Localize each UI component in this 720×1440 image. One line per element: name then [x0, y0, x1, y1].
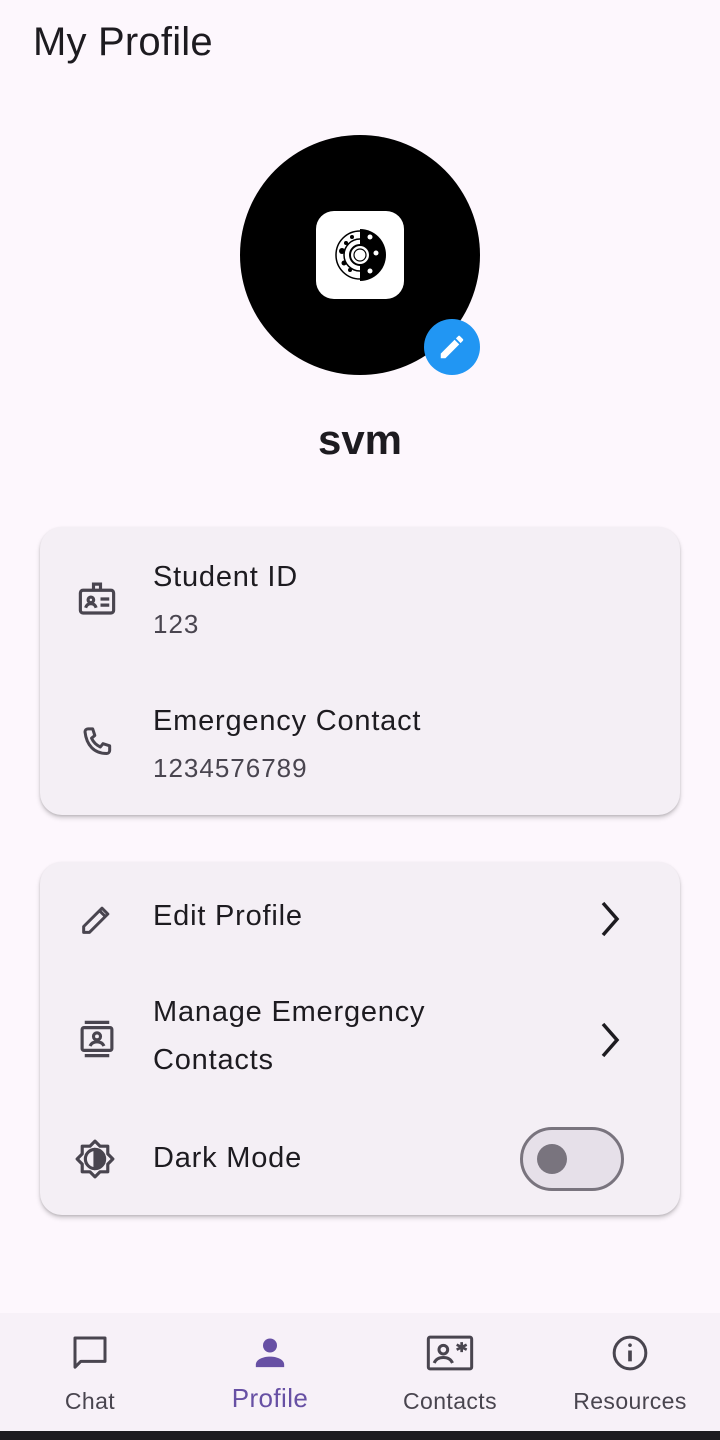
phone-icon [76, 722, 118, 764]
person-icon [250, 1333, 290, 1373]
nav-item-chat[interactable]: Chat [0, 1313, 180, 1431]
app-logo-icon [316, 211, 404, 299]
chat-bubble-icon [70, 1333, 110, 1373]
actions-card: Edit Profile Manage Emergency Contacts D… [40, 862, 680, 1215]
nav-item-resources[interactable]: Resources [540, 1313, 720, 1431]
nav-label-chat: Chat [64, 1388, 116, 1414]
nav-label-resources: Resources [573, 1388, 687, 1414]
profile-screen: My Profile svm Student ID 123 Emergency … [0, 0, 720, 1440]
info-card: Student ID 123 Emergency Contact 1234576… [40, 527, 680, 815]
info-icon [610, 1333, 650, 1373]
system-navigation-bar [0, 1431, 720, 1440]
edit-profile-row[interactable]: Edit Profile [40, 862, 680, 974]
nav-label-profile: Profile [231, 1383, 309, 1413]
avatar-container [240, 135, 480, 375]
nav-item-profile[interactable]: Profile [180, 1313, 360, 1431]
contact-card-icon [424, 1333, 476, 1373]
avatar[interactable] [240, 135, 480, 375]
dark-mode-label: Dark Mode [153, 1142, 303, 1174]
chevron-right-icon [592, 899, 628, 939]
pencil-icon [76, 898, 118, 940]
brightness-icon [74, 1138, 116, 1180]
nav-label-contacts: Contacts [403, 1388, 497, 1414]
username: svm [317, 416, 403, 463]
manage-contacts-label-line1: Manage Emergency [153, 996, 426, 1028]
contact-list-icon [76, 1018, 118, 1060]
manage-emergency-contacts-row[interactable]: Manage Emergency Contacts [40, 974, 680, 1104]
emergency-contact-value: 1234576789 [153, 753, 308, 783]
emergency-contact-label: Emergency Contact [153, 705, 422, 737]
badge-icon [76, 578, 118, 620]
chevron-right-icon [592, 1020, 628, 1060]
student-id-label: Student ID [153, 561, 299, 593]
nav-item-contacts[interactable]: Contacts [360, 1313, 540, 1431]
dark-mode-toggle[interactable] [520, 1127, 624, 1191]
edit-avatar-button[interactable] [424, 319, 480, 375]
pencil-icon [440, 335, 464, 359]
toggle-knob [537, 1144, 567, 1174]
student-id-value: 123 [153, 609, 200, 639]
manage-contacts-label-line2: Contacts [153, 1044, 274, 1076]
bottom-navigation: Chat Profile Contacts Resources [0, 1313, 720, 1431]
edit-profile-label: Edit Profile [153, 900, 303, 932]
page-title: My Profile [33, 20, 213, 64]
